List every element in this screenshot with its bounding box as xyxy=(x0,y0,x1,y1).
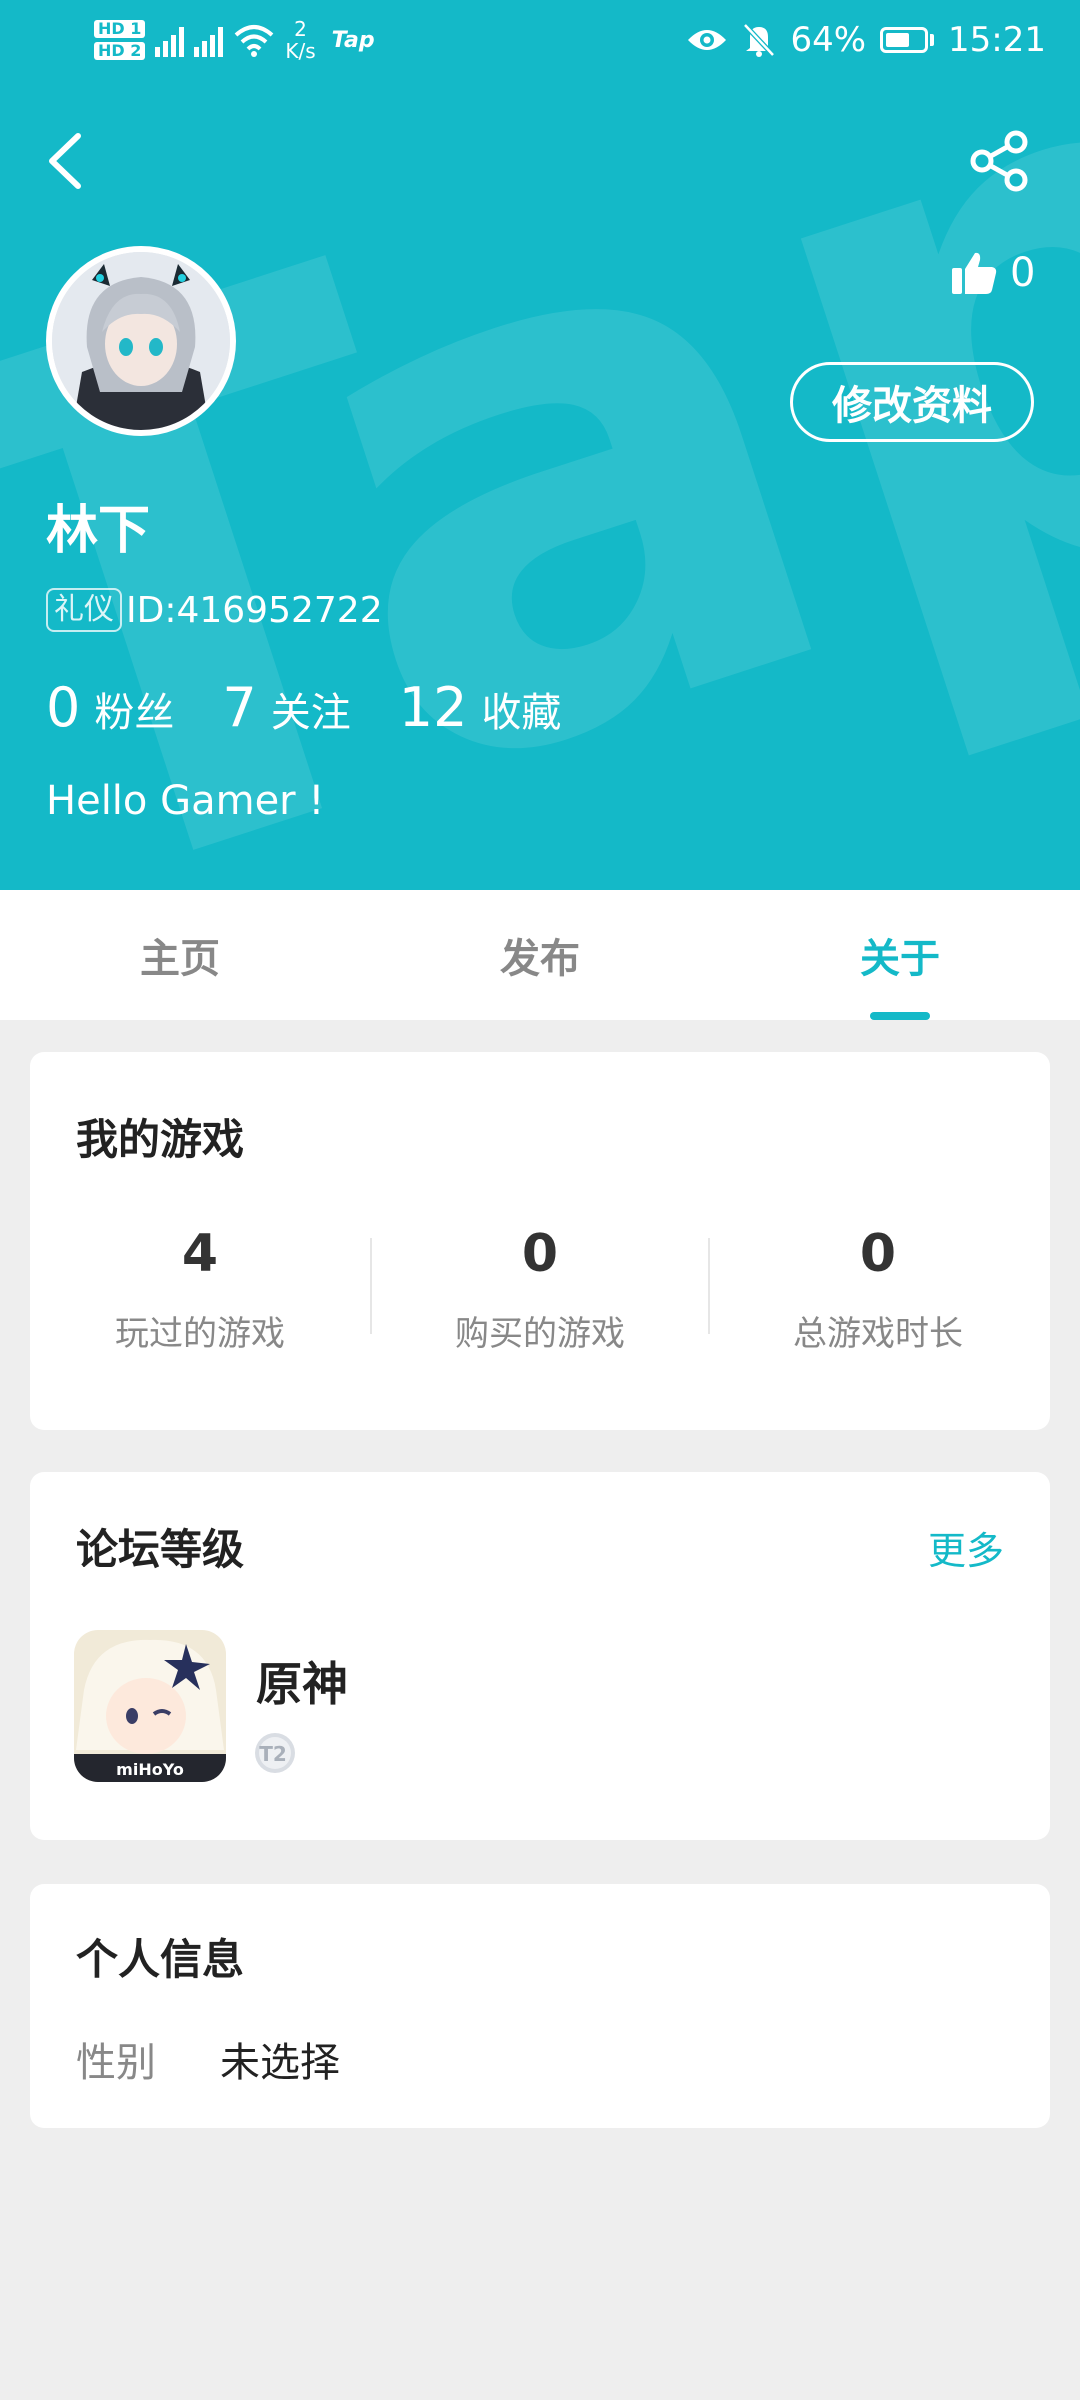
tab-posts[interactable]: 发布 xyxy=(360,890,720,1020)
thumbs-up-icon xyxy=(952,252,997,294)
eye-icon xyxy=(688,30,727,50)
forum-level-badge-icon: T2 xyxy=(255,1733,295,1773)
taptap-notification-icon: Tap xyxy=(331,27,375,53)
games-purchased-stat[interactable]: 0 购买的游戏 xyxy=(370,1224,710,1355)
edit-profile-button[interactable]: 修改资料 xyxy=(790,362,1034,442)
profile-header: Tap HD 1 HD 2 2 K/s Tap 64% 15:21 0 修改资料… xyxy=(0,0,1080,890)
avatar[interactable] xyxy=(46,246,236,436)
back-arrow-icon[interactable] xyxy=(40,130,90,192)
my-games-title: 我的游戏 xyxy=(76,1115,245,1164)
signal-icon-2 xyxy=(194,23,224,57)
svg-text:Tap: Tap xyxy=(0,60,1080,890)
sim-indicator: HD 1 HD 2 xyxy=(94,20,146,60)
taptap-watermark-icon: Tap xyxy=(0,60,1080,890)
icon-brand-text: miHoYo xyxy=(116,1760,184,1779)
like-count: 0 xyxy=(1010,250,1036,296)
games-played-stat[interactable]: 4 玩过的游戏 xyxy=(30,1224,370,1355)
tab-home[interactable]: 主页 xyxy=(0,890,360,1020)
username: 林下 xyxy=(46,501,151,561)
favorites-stat[interactable]: 12 收藏 xyxy=(399,676,562,739)
bio: Hello Gamer ! xyxy=(46,778,325,824)
genshin-game-icon[interactable]: miHoYo xyxy=(74,1630,226,1782)
user-id-row: 礼仪 ID:416952722 xyxy=(46,588,383,632)
battery-icon xyxy=(880,27,935,53)
forum-level-card: 论坛等级 更多 miHoYo 原神 T2 xyxy=(30,1472,1050,1840)
followers-stat[interactable]: 0 粉丝 xyxy=(46,676,174,739)
game-name: 原神 xyxy=(256,1657,348,1711)
status-bar: HD 1 HD 2 2 K/s Tap 64% 15:21 xyxy=(0,0,1080,80)
tab-about[interactable]: 关于 xyxy=(720,890,1080,1020)
total-playtime-stat[interactable]: 0 总游戏时长 xyxy=(708,1224,1048,1355)
avatar-image xyxy=(52,252,230,430)
active-tab-indicator xyxy=(870,1012,930,1020)
following-stat[interactable]: 7 关注 xyxy=(222,676,350,739)
svg-text:T2: T2 xyxy=(259,1742,287,1766)
profile-stats: 0 粉丝 7 关注 12 收藏 xyxy=(46,676,609,739)
like-button[interactable]: 0 xyxy=(950,250,1035,296)
battery-percent: 64% xyxy=(790,20,867,60)
my-games-card: 我的游戏 4 玩过的游戏 0 购买的游戏 0 总游戏时长 xyxy=(30,1052,1050,1430)
bell-muted-icon xyxy=(743,23,776,57)
clock: 15:21 xyxy=(948,20,1046,60)
gender-label: 性别 xyxy=(76,2040,156,2086)
etiquette-badge[interactable]: 礼仪 xyxy=(46,588,122,632)
personal-info-card: 个人信息 性别 未选择 xyxy=(30,1884,1050,2128)
personal-info-title: 个人信息 xyxy=(76,1935,245,1984)
forum-level-title: 论坛等级 xyxy=(76,1525,245,1574)
wifi-icon xyxy=(235,25,274,57)
signal-icon xyxy=(155,23,185,57)
profile-tabs: 主页 发布 关于 xyxy=(0,890,1080,1020)
more-link[interactable]: 更多 xyxy=(928,1520,1004,1575)
user-id: ID:416952722 xyxy=(126,589,383,631)
share-icon[interactable] xyxy=(966,128,1032,194)
gender-value: 未选择 xyxy=(220,2040,340,2086)
network-speed: 2 K/s xyxy=(285,17,316,63)
